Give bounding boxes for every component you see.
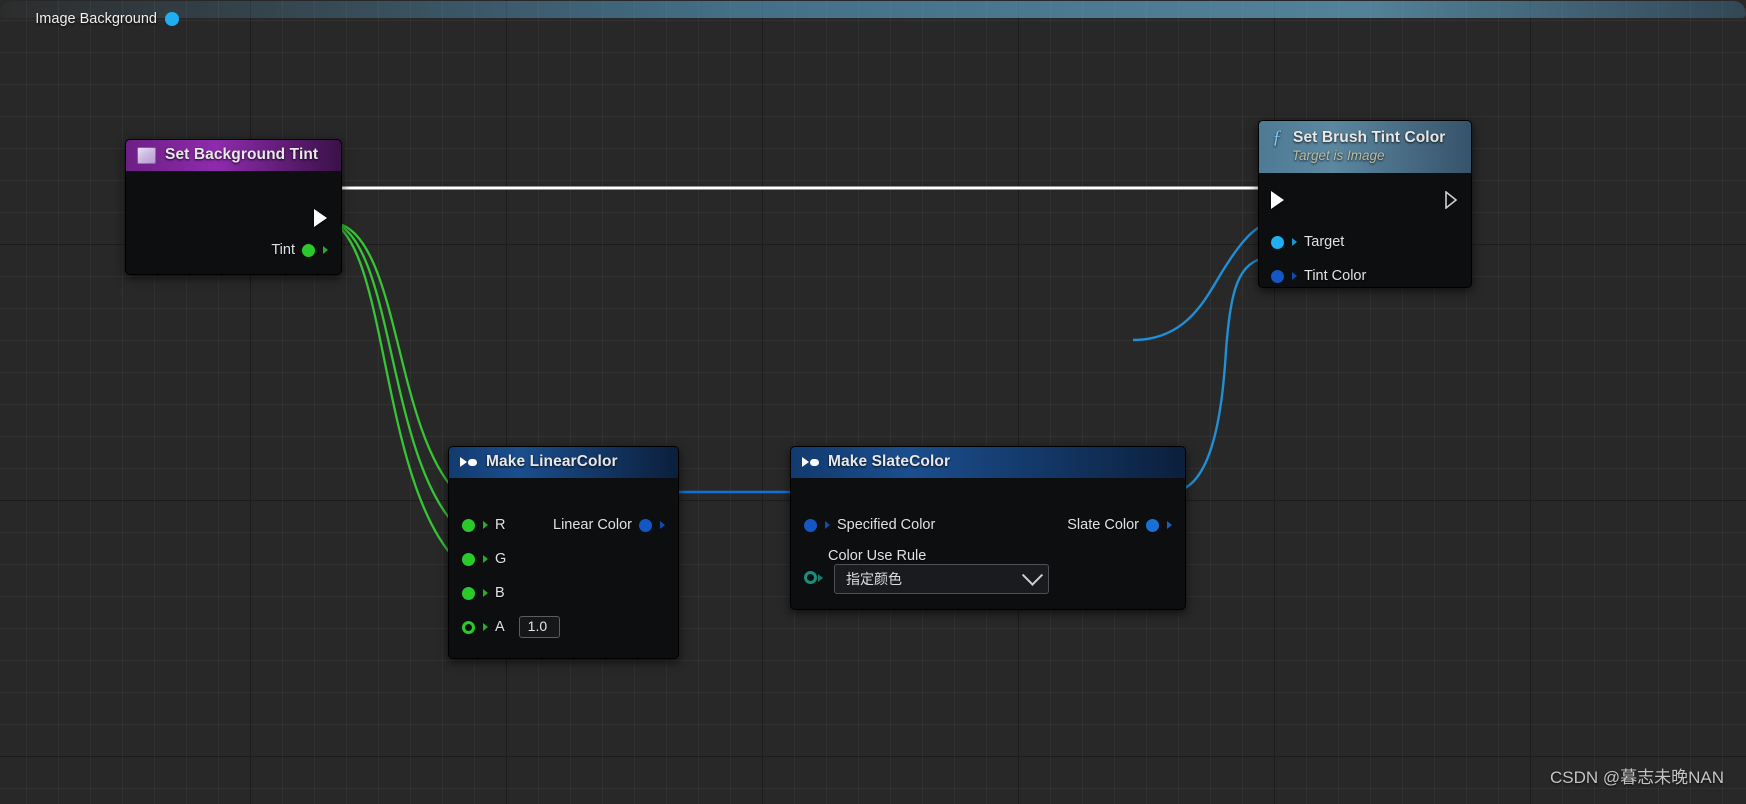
node-subtitle: Target is Image [1292,148,1385,163]
node-make-slatecolor[interactable]: Make SlateColor Specified Color Slate Co… [790,446,1186,610]
output-pin-tint[interactable]: Tint [271,242,328,258]
pin-dot-target[interactable] [1271,235,1284,249]
pin-label: Tint Color [1304,268,1367,284]
pin-label: A [495,619,505,635]
node-body: Target Tint Color [1259,173,1471,287]
pin-label: R [495,517,506,533]
pin-dot-specified-color[interactable] [804,518,817,532]
exec-output-pin[interactable] [1445,191,1458,209]
node-body: Tint [126,171,341,274]
output-pin-linear-color[interactable]: Linear Color [553,508,665,542]
input-pin-specified-color[interactable]: Specified Color [804,508,935,542]
node-set-brush-tint-color[interactable]: ƒ Set Brush Tint Color Target is Image T… [1258,120,1472,288]
node-title: Make LinearColor [486,453,618,470]
node-header: ƒ Set Brush Tint Color Target is Image [1259,121,1471,173]
pin-arrow [818,573,823,582]
output-pin-slate-color[interactable]: Slate Color [1067,508,1172,542]
exec-input-pin[interactable] [1271,191,1284,209]
input-pin-tint-color[interactable]: Tint Color [1271,259,1367,287]
chevron-down-icon[interactable] [1021,564,1044,586]
blueprint-graph-canvas[interactable] [0,0,1746,804]
node-header: Make LinearColor [449,447,678,478]
output-pin-image-background[interactable] [165,12,179,26]
pin-dot-linear-color[interactable] [639,518,652,532]
pin-label: Specified Color [837,517,936,533]
pin-dot-tint-color[interactable] [1271,269,1284,283]
pin-label: Target [1304,234,1345,250]
pin-arrow [1292,272,1297,280]
input-pin-color-use-rule[interactable] [804,571,823,584]
pin-dot-r[interactable] [462,518,475,532]
node-body: R G B A 1.0 Linear Color [449,478,678,658]
exec-output-pin[interactable] [314,209,327,227]
function-fx-icon: ƒ [1272,127,1282,148]
node-header: Set Background Tint [126,140,341,171]
pin-arrow [483,589,488,597]
variable-name-label: Image Background [35,11,157,27]
pin-dot-a[interactable] [462,620,475,634]
watermark: CSDN @暮志未晚NAN [1549,768,1724,787]
node-title: Set Background Tint [165,146,319,163]
input-pin-r[interactable]: R [462,508,560,542]
node-body: Specified Color Slate Color Color Use Ru… [791,478,1185,609]
alpha-value-input[interactable]: 1.0 [518,616,560,638]
pin-arrow [660,521,665,529]
node-header: Make SlateColor [791,447,1185,478]
variable-swatch-icon [137,146,156,164]
pin-arrow [825,521,830,529]
pure-function-icon [802,456,819,469]
color-use-rule-label: Color Use Rule [828,548,927,564]
pin-dot-slate-color[interactable] [1146,518,1159,532]
pin-label: B [495,585,505,601]
node-make-linearcolor[interactable]: Make LinearColor R G B A 1.0 Linear Colo… [448,446,679,659]
input-pin-a[interactable]: A 1.0 [462,610,560,644]
node-title: Set Brush Tint Color [1293,128,1446,146]
pin-arrow [1292,238,1297,246]
pin-arrow [483,521,488,529]
pin-arrow [483,555,488,563]
color-use-rule-dropdown[interactable]: 指定颜色 [834,564,1049,594]
node-set-background-tint[interactable]: Set Background Tint Tint [125,139,342,275]
pure-function-icon [460,456,477,469]
pin-arrow [323,246,328,254]
pin-arrow [1167,521,1172,529]
pin-label: Slate Color [1067,517,1139,533]
node-title: Make SlateColor [828,453,951,470]
pin-dot-color-use-rule[interactable] [804,571,817,584]
input-pin-g[interactable]: G [462,542,560,576]
pin-arrow [483,623,488,631]
pin-dot-b[interactable] [462,586,475,600]
pin-dot-tint[interactable] [302,243,315,257]
pin-label: G [495,551,507,567]
dropdown-selected-value: 指定颜色 [846,571,902,587]
pin-label: Linear Color [553,517,632,533]
pin-label: Tint [271,242,295,258]
input-pin-b[interactable]: B [462,576,560,610]
input-pin-target[interactable]: Target [1271,225,1366,259]
pin-dot-image-background[interactable] [165,12,179,26]
pin-dot-g[interactable] [462,552,475,566]
